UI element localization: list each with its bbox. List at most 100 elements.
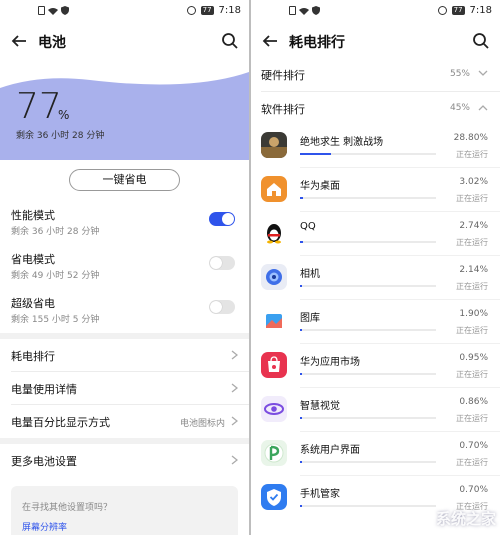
app-percent: 3.02% (459, 177, 488, 187)
category-percent: 55% (449, 69, 470, 79)
app-status: 正在运行 (456, 458, 488, 467)
screen-resolution-link[interactable]: 屏幕分辨率 (22, 520, 67, 533)
app-percent: 0.95% (459, 353, 488, 363)
category-percent: 45% (449, 103, 470, 113)
mode-label: 超级省电 (11, 297, 55, 310)
settings-suggestion-card: 在寻找其他设置项吗？ 屏幕分辨率 (11, 486, 238, 535)
chevron-down-icon (478, 70, 488, 76)
app-percent: 0.70% (459, 485, 488, 495)
mode-row-power-saving[interactable]: 省电模式 剩余 49 小时 52 分钟 (0, 244, 249, 288)
nav-label: 电量百分比显示方式 (11, 416, 110, 429)
category-label: 软件排行 (261, 103, 305, 116)
app-row[interactable]: 绝地求生 刺激战场 28.80% 正在运行 (251, 124, 500, 168)
usage-bar-fill (300, 417, 302, 419)
category-label: 硬件排行 (261, 69, 305, 82)
app-bar: 耗电排行 (251, 22, 500, 60)
percent-sign: % (58, 108, 70, 122)
mode-label: 性能模式 (11, 209, 55, 222)
nav-label: 耗电排行 (11, 350, 55, 363)
nav-row-usage-details[interactable]: 电量使用详情 (0, 372, 249, 405)
wifi-icon (48, 7, 58, 15)
app-row[interactable]: 系统用户界面 0.70% 正在运行 (251, 432, 500, 476)
battery-screen: 77 7:18 电池 77 % 剩余 36 小时 28 分钟 一键省电 性能模式… (0, 0, 249, 535)
back-arrow-icon[interactable] (261, 32, 279, 50)
android-system-ui-icon (261, 440, 287, 466)
app-row[interactable]: 华为应用市场 0.95% 正在运行 (251, 344, 500, 388)
nav-row-consumption-ranking[interactable]: 耗电排行 (0, 339, 249, 372)
mode-row-performance[interactable]: 性能模式 剩余 36 小时 28 分钟 (0, 200, 249, 244)
app-percent: 28.80% (453, 133, 488, 143)
usage-bar-fill (300, 285, 303, 287)
shield-icon (61, 6, 69, 15)
ultra-saving-toggle[interactable] (209, 300, 235, 314)
battery-remaining-time: 剩余 36 小时 28 分钟 (16, 131, 105, 141)
chevron-right-icon (231, 416, 238, 426)
nav-row-more-battery-settings[interactable]: 更多电池设置 (0, 444, 249, 477)
consumption-ranking-screen: 77 7:18 耗电排行 硬件排行 55% 软件排行 45% 绝地求生 刺激战场… (251, 0, 500, 535)
alarm-icon (437, 6, 447, 15)
app-name: 系统用户界面 (300, 445, 360, 456)
app-status: 正在运行 (456, 326, 488, 335)
usage-bar (300, 329, 436, 331)
one-key-save-button[interactable]: 一键省电 (69, 169, 180, 191)
alarm-icon (186, 6, 196, 15)
mode-sub: 剩余 49 小时 52 分钟 (11, 271, 100, 281)
status-icons (289, 6, 320, 15)
app-row[interactable]: 智慧视觉 0.86% 正在运行 (251, 388, 500, 432)
app-row[interactable]: QQ 2.74% 正在运行 (251, 212, 500, 256)
page-title: 电池 (38, 35, 66, 51)
chevron-right-icon (231, 455, 238, 465)
shield-icon (312, 6, 320, 15)
app-status: 正在运行 (456, 370, 488, 379)
software-ranking-row[interactable]: 软件排行 45% (251, 92, 500, 125)
camera-icon (261, 264, 287, 290)
suggestion-question: 在寻找其他设置项吗？ (22, 503, 113, 513)
watermark-logo: 系统之家 (435, 510, 496, 528)
app-percent: 2.14% (459, 265, 488, 275)
usage-bar (300, 285, 436, 287)
performance-mode-toggle[interactable] (209, 212, 235, 226)
power-saving-toggle[interactable] (209, 256, 235, 270)
chevron-right-icon (231, 350, 238, 360)
gallery-icon (261, 308, 287, 334)
app-bar: 电池 (0, 22, 249, 60)
mode-sub: 剩余 36 小时 28 分钟 (11, 227, 100, 237)
search-icon[interactable] (472, 32, 490, 50)
app-percent: 0.86% (459, 397, 488, 407)
mode-label: 省电模式 (11, 253, 55, 266)
status-time: 7:18 (469, 5, 492, 16)
mode-row-ultra-saving[interactable]: 超级省电 剩余 155 小时 5 分钟 (0, 288, 249, 332)
status-bar: 77 7:18 (251, 0, 500, 22)
usage-bar-fill (300, 241, 303, 243)
huawei-home-icon (261, 176, 287, 202)
hardware-ranking-row[interactable]: 硬件排行 55% (251, 58, 500, 91)
app-name: 绝地求生 刺激战场 (300, 137, 384, 148)
app-name: QQ (300, 221, 316, 232)
app-row[interactable]: 华为桌面 3.02% 正在运行 (251, 168, 500, 212)
mode-sub: 剩余 155 小时 5 分钟 (11, 315, 100, 325)
battery-percent: 77 (16, 86, 62, 127)
search-icon[interactable] (221, 32, 239, 50)
app-name: 手机管家 (300, 489, 340, 500)
status-icons (38, 6, 69, 15)
app-status: 正在运行 (456, 194, 488, 203)
wifi-icon (299, 7, 309, 15)
status-bar: 77 7:18 (0, 0, 249, 22)
app-row[interactable]: 图库 1.90% 正在运行 (251, 300, 500, 344)
pubg-game-icon (261, 132, 287, 158)
back-arrow-icon[interactable] (10, 32, 28, 50)
sim-icon (38, 6, 45, 15)
app-status: 正在运行 (456, 414, 488, 423)
chevron-right-icon (231, 383, 238, 393)
app-row[interactable]: 相机 2.14% 正在运行 (251, 256, 500, 300)
usage-bar-fill (300, 197, 304, 199)
battery-level-icon: 77 (200, 6, 214, 15)
nav-value: 电池图标内 (179, 419, 225, 429)
nav-row-percent-display[interactable]: 电量百分比显示方式 电池图标内 (0, 405, 249, 438)
app-percent: 1.90% (459, 309, 488, 319)
toggle-knob (222, 213, 234, 225)
nav-label: 电量使用详情 (11, 383, 77, 396)
usage-bar-fill (300, 153, 331, 155)
toggle-knob (210, 257, 222, 269)
smart-vision-icon (261, 396, 287, 422)
